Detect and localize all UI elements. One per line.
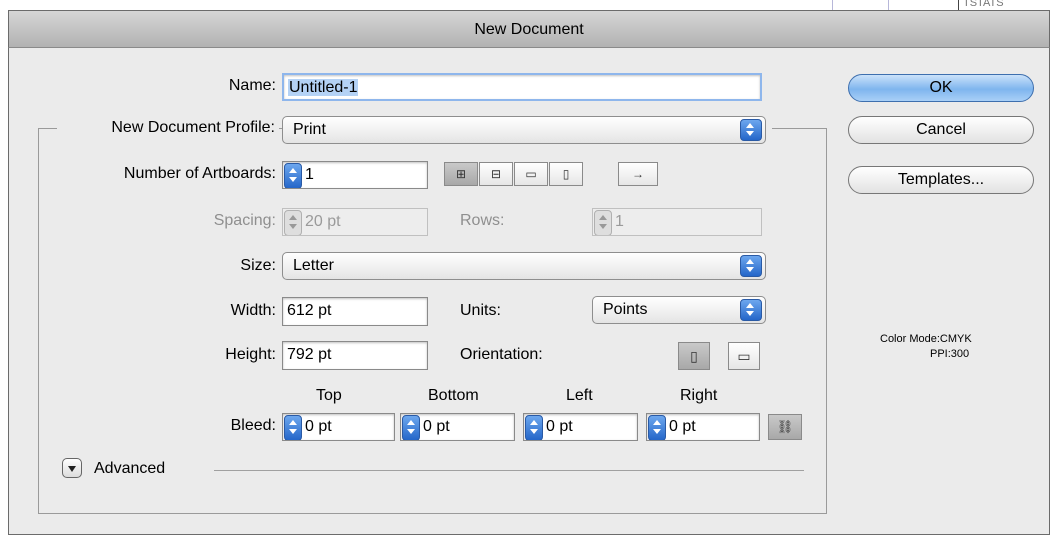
select-arrows-icon <box>740 299 762 321</box>
select-arrows-icon <box>740 255 762 277</box>
background-divider <box>832 0 833 10</box>
stepper-icon <box>594 210 612 235</box>
orientation-label: Orientation: <box>460 346 543 363</box>
bleed-bottom-field[interactable]: 0 pt <box>400 413 515 441</box>
background-divider <box>958 0 959 10</box>
dialog-title: New Document <box>8 10 1050 48</box>
height-field[interactable]: 792 pt <box>282 341 428 370</box>
size-select[interactable]: Letter <box>282 252 766 280</box>
grid-by-column-icon[interactable]: ⊟ <box>479 162 513 186</box>
ppi-info: PPI:300 <box>930 348 970 360</box>
bleed-top-label: Top <box>316 387 342 404</box>
bleed-left-value: 0 pt <box>546 418 573 435</box>
width-field[interactable]: 612 pt <box>282 297 428 326</box>
stepper-icon[interactable] <box>525 415 543 440</box>
stepper-icon[interactable] <box>402 415 420 440</box>
spacing-field[interactable]: 20 pt <box>282 208 428 236</box>
units-label: Units: <box>460 302 501 319</box>
rows-field[interactable]: 1 <box>592 208 762 236</box>
name-label: Name: <box>228 77 276 94</box>
background-divider <box>888 0 889 10</box>
landscape-orientation-icon[interactable]: ▭ <box>728 342 760 370</box>
units-select[interactable]: Points <box>592 296 766 324</box>
stepper-icon <box>284 210 302 235</box>
rows-label: Rows: <box>460 212 505 229</box>
profile-label: New Document Profile: <box>57 119 279 137</box>
stepper-icon[interactable] <box>284 163 302 188</box>
portrait-orientation-icon[interactable]: ▯ <box>678 342 710 370</box>
arrange-by-row-icon[interactable]: ▭ <box>514 162 548 186</box>
left-to-right-icon[interactable]: → <box>618 162 658 186</box>
arrange-by-column-icon[interactable]: ▯ <box>549 162 583 186</box>
artboards-field[interactable]: 1 <box>282 161 428 189</box>
units-value: Points <box>603 301 648 318</box>
cancel-button[interactable]: Cancel <box>848 116 1034 144</box>
bleed-top-value: 0 pt <box>305 418 332 435</box>
stepper-icon[interactable] <box>648 415 666 440</box>
rows-value: 1 <box>615 213 624 230</box>
grid-by-row-icon[interactable]: ⊞ <box>444 162 478 186</box>
profile-value: Print <box>293 121 326 138</box>
bleed-bottom-label: Bottom <box>428 387 479 404</box>
bleed-left-label: Left <box>566 387 593 404</box>
disclosure-triangle-icon[interactable] <box>62 458 82 478</box>
name-field[interactable]: Untitled-1 <box>282 73 762 101</box>
artboards-label: Number of Artboards: <box>123 165 276 182</box>
bleed-bottom-value: 0 pt <box>423 418 450 435</box>
width-label: Width: <box>230 302 276 319</box>
artboards-value: 1 <box>305 166 314 183</box>
width-value: 612 pt <box>287 302 332 319</box>
link-chain-icon[interactable]: ⛓ <box>768 414 802 440</box>
bleed-right-label: Right <box>680 387 718 404</box>
spacing-value: 20 pt <box>305 213 341 230</box>
group-border-gap <box>766 128 772 129</box>
advanced-divider <box>214 470 804 471</box>
name-value: Untitled-1 <box>288 79 359 96</box>
profile-select[interactable]: Print <box>282 116 766 144</box>
height-value: 792 pt <box>287 346 332 363</box>
advanced-label[interactable]: Advanced <box>94 460 165 478</box>
stepper-icon[interactable] <box>284 415 302 440</box>
bleed-top-field[interactable]: 0 pt <box>282 413 395 441</box>
ok-button[interactable]: OK <box>848 74 1034 102</box>
size-label: Size: <box>240 257 276 274</box>
bleed-right-value: 0 pt <box>669 418 696 435</box>
templates-button[interactable]: Templates... <box>848 166 1034 194</box>
bleed-label: Bleed: <box>230 417 276 434</box>
bleed-left-field[interactable]: 0 pt <box>523 413 638 441</box>
spacing-label: Spacing: <box>213 212 276 229</box>
bleed-right-field[interactable]: 0 pt <box>646 413 760 441</box>
select-arrows-icon <box>740 119 762 141</box>
color-mode-info: Color Mode:CMYK <box>880 333 972 345</box>
background-text: TSTATS <box>963 0 1004 9</box>
height-label: Height: <box>225 346 276 363</box>
size-value: Letter <box>293 257 334 274</box>
